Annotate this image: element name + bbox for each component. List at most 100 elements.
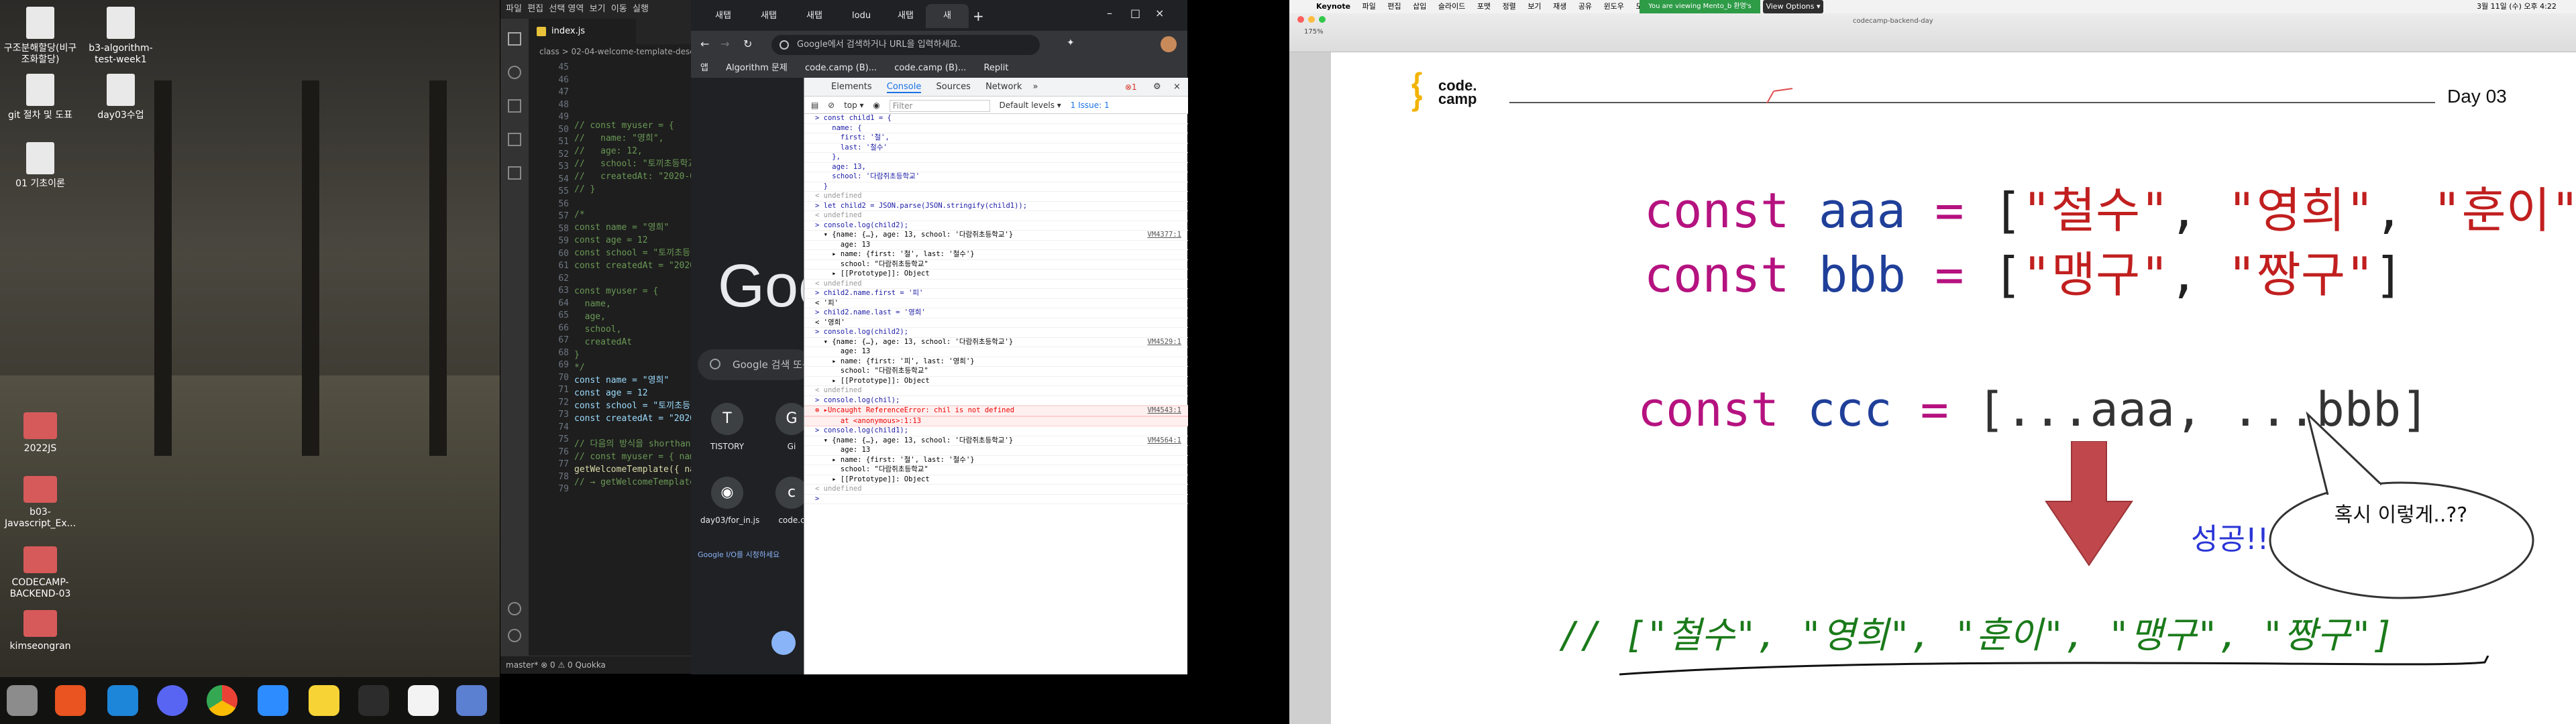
notes-icon[interactable] — [309, 685, 339, 716]
status-bar[interactable]: master* ⊗ 0 ⚠ 0 Quokka — [500, 656, 702, 674]
screenshot-icon[interactable] — [456, 685, 487, 716]
address-bar[interactable]: Google에서 검색하거나 URL을 입력하세요. — [771, 35, 1040, 55]
maximize-icon[interactable]: □ — [1130, 7, 1140, 19]
zoom-view-options-button[interactable]: View Options ▾ — [1763, 0, 1823, 13]
extensions-icon[interactable] — [508, 166, 521, 180]
log-levels-select[interactable]: Default levels ▾ — [1000, 101, 1061, 110]
menu-run[interactable]: 실행 — [633, 4, 649, 14]
issues-badge[interactable]: 1 Issue: 1 — [1071, 101, 1110, 110]
discord-icon[interactable] — [157, 685, 188, 716]
gear-icon[interactable] — [508, 629, 521, 642]
minimize-icon[interactable]: – — [1107, 7, 1112, 19]
bookmark-replit[interactable]: Replit — [983, 63, 1008, 73]
menu-item[interactable]: 공유 — [1578, 2, 1592, 11]
desktop-icon-folder[interactable]: CODECAMP-BACKEND-03 — [0, 546, 80, 600]
close-icon[interactable]: × — [1173, 78, 1181, 97]
desktop-icon-folder[interactable]: 2022JS — [0, 412, 80, 455]
console-line[interactable]: ⊗ ▸Uncaught ReferenceError: chil is not … — [804, 406, 1188, 416]
menu-item[interactable]: 보기 — [1527, 2, 1541, 11]
close-window-icon[interactable] — [1297, 16, 1304, 23]
console-line[interactable]: ▾ {name: {…}, age: 13, school: '다람쥐초등학교'… — [804, 231, 1188, 241]
menu-keynote[interactable]: Keynote — [1316, 2, 1350, 11]
menu-item[interactable]: 정렬 — [1503, 2, 1516, 11]
google-search-box[interactable]: Google 검색 또는 — [698, 349, 812, 380]
chrome-icon[interactable] — [207, 685, 237, 716]
extensions-icon[interactable]: ✦ — [1067, 38, 1075, 48]
source-control-icon[interactable] — [508, 99, 521, 113]
maximize-window-icon[interactable] — [1319, 16, 1326, 23]
console-line[interactable]: ▸ [[Prototype]]: Object — [804, 377, 1188, 386]
menu-item[interactable]: 편집 — [1387, 2, 1401, 11]
run-debug-icon[interactable] — [508, 133, 521, 146]
explorer-icon[interactable] — [508, 32, 521, 46]
minimize-window-icon[interactable] — [1308, 16, 1315, 23]
context-select[interactable]: top — [844, 101, 857, 110]
browser-tab[interactable]: 새탭 — [743, 4, 788, 28]
menu-item[interactable]: 슬라이드 — [1438, 2, 1465, 11]
google-io-promo[interactable]: Google I/O를 시청하세요 — [698, 549, 805, 560]
search-icon[interactable] — [508, 66, 521, 79]
console-line[interactable]: ▸ name: {first: '철', last: '철수'} — [804, 456, 1188, 465]
menu-item[interactable]: 재생 — [1553, 2, 1566, 11]
new-tab-icon[interactable]: + — [973, 8, 984, 24]
menu-item[interactable]: 파일 — [1362, 2, 1376, 11]
bookmark-algorithm[interactable]: Algorithm 문제 — [726, 63, 788, 73]
code-editor[interactable]: // const myuser = {// name: "영희", // age:… — [574, 94, 702, 496]
menu-file[interactable]: 파일 — [506, 4, 522, 14]
desktop-icon-file[interactable]: 구조분해할당(비구조화할당) — [0, 7, 80, 66]
devtools-tab-elements[interactable]: Elements — [831, 82, 872, 92]
browser-tab[interactable]: 새탭 — [698, 4, 742, 28]
console-filter-input[interactable]: Filter — [889, 99, 990, 112]
zoom-level-select[interactable]: 175% — [1304, 28, 1324, 36]
desktop-icon-file[interactable]: day03수업 — [80, 74, 161, 121]
desktop-icon-file[interactable]: b3-algorithm-test-week1 — [80, 7, 161, 66]
console-line[interactable]: ▾ {name: {…}, age: 13, school: '다람쥐초등학교'… — [804, 436, 1188, 446]
customize-pencil-icon[interactable] — [771, 631, 796, 655]
forward-icon[interactable]: → — [720, 38, 729, 50]
devtools-tab-network[interactable]: Network — [985, 82, 1022, 92]
browser-tab-active[interactable]: 새 — [926, 4, 969, 28]
browser-tab[interactable]: 새탭 — [880, 4, 924, 28]
console-line[interactable]: ▸ [[Prototype]]: Object — [804, 475, 1188, 485]
devtools-more-tabs[interactable]: » — [1033, 82, 1038, 92]
back-icon[interactable]: ← — [700, 38, 709, 50]
account-icon[interactable] — [508, 602, 521, 615]
editor-tab-index-js[interactable]: index.js — [529, 19, 636, 44]
gear-icon[interactable]: ⚙ — [1153, 78, 1161, 97]
devtools-tab-console[interactable]: Console — [886, 82, 922, 93]
menu-item[interactable]: 포맷 — [1477, 2, 1491, 11]
browser-tab[interactable]: lodu — [835, 4, 879, 28]
console-line[interactable]: ▸ [[Prototype]]: Object — [804, 269, 1188, 280]
shortcut-tistory[interactable]: T TISTORY — [700, 403, 754, 451]
menu-view[interactable]: 보기 — [590, 4, 606, 14]
console-source-link[interactable]: VM4529:1 — [1147, 338, 1181, 347]
menu-item[interactable]: 윈도우 — [1604, 2, 1624, 11]
console-output[interactable]: > const child1 = { name: { first: '철', l… — [804, 114, 1188, 674]
terminal-icon[interactable] — [358, 685, 389, 716]
software-store-icon[interactable] — [55, 685, 86, 716]
desktop-icon-file[interactable]: git 절차 및 도표 — [0, 74, 80, 121]
menu-selection[interactable]: 선택 영역 — [549, 4, 584, 14]
bookmark-codecamp-1[interactable]: code.camp (B)... — [805, 63, 877, 73]
error-count-badge[interactable]: ⊗1 — [1125, 78, 1137, 97]
devtools-tab-sources[interactable]: Sources — [936, 82, 971, 92]
console-line[interactable]: ▾ {name: {…}, age: 13, school: '다람쥐초등학교'… — [804, 338, 1188, 347]
files-icon[interactable] — [7, 685, 38, 716]
console-source-link[interactable]: VM4543:1 — [1147, 406, 1181, 416]
shortcut-day03[interactable]: ◉ day03/for_in.js — [700, 477, 759, 525]
reload-icon[interactable]: ↻ — [743, 38, 752, 50]
menu-go[interactable]: 이동 — [611, 4, 627, 14]
breadcrumb[interactable]: class > 02-04-welcome-template-descr... — [529, 44, 702, 59]
zoom-icon[interactable] — [258, 685, 288, 716]
browser-tab[interactable]: 새탭 — [789, 4, 833, 28]
menu-item[interactable]: 삽입 — [1413, 2, 1426, 11]
desktop-icon-file[interactable]: 01 기초이론 — [0, 142, 80, 190]
eye-icon[interactable]: ◉ — [873, 101, 879, 110]
avatar[interactable] — [1161, 36, 1177, 52]
menu-edit[interactable]: 편집 — [527, 4, 543, 14]
bookmark-apps[interactable]: 앱 — [700, 63, 708, 73]
console-source-link[interactable]: VM4564:1 — [1147, 436, 1181, 446]
console-source-link[interactable]: VM4377:1 — [1147, 231, 1181, 240]
desktop-icon-folder[interactable]: b03-Javascript_Ex... — [0, 476, 80, 530]
sidebar-toggle-icon[interactable]: ▤ — [811, 101, 818, 110]
